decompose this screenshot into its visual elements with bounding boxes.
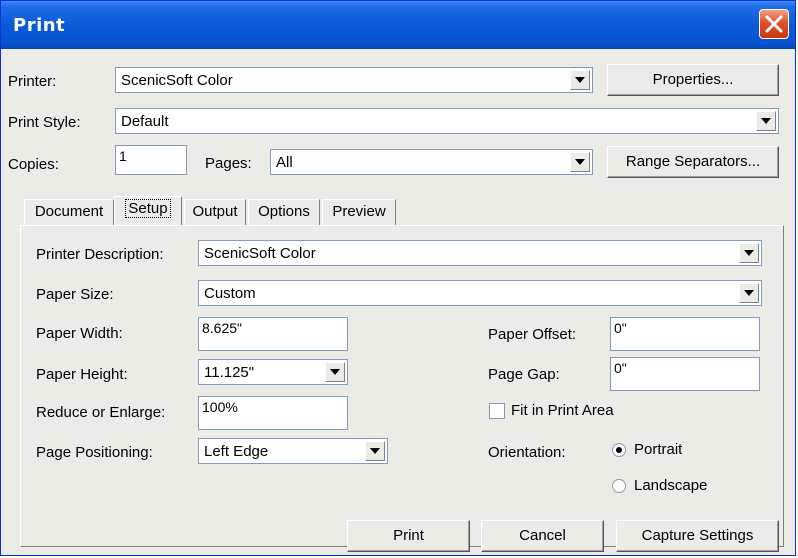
printer-description-dropdown-button[interactable]	[739, 243, 759, 263]
paper-size-dropdown-button[interactable]	[739, 283, 759, 303]
paper-size-label: Paper Size:	[36, 286, 114, 303]
print-style-value: Default	[121, 113, 169, 130]
portrait-label[interactable]: Portrait	[634, 441, 682, 458]
printer-description-label: Printer Description:	[36, 246, 164, 263]
tab-setup[interactable]: Setup	[114, 196, 182, 225]
page-positioning-label: Page Positioning:	[36, 444, 153, 461]
pages-select[interactable]: All	[270, 149, 593, 175]
landscape-radio[interactable]	[612, 479, 626, 493]
copies-value: 1	[119, 148, 127, 164]
print-dialog: Print Printer: ScenicSoft Color Properti…	[0, 0, 796, 556]
paper-size-value: Custom	[204, 285, 256, 302]
chevron-down-icon	[575, 159, 585, 165]
printer-value: ScenicSoft Color	[121, 72, 233, 89]
pages-value: All	[276, 154, 293, 171]
chevron-down-icon	[575, 77, 585, 83]
chevron-down-icon	[744, 290, 754, 296]
page-gap-value: 0"	[614, 360, 627, 376]
printer-dropdown-button[interactable]	[570, 70, 590, 90]
chevron-down-icon	[370, 448, 380, 454]
tab-setup-label: Setup	[125, 199, 171, 218]
orientation-label: Orientation:	[488, 444, 566, 461]
page-gap-input[interactable]: 0"	[610, 357, 760, 391]
page-positioning-select[interactable]: Left Edge	[198, 438, 388, 464]
paper-offset-value: 0"	[614, 320, 627, 336]
copies-label: Copies:	[8, 156, 59, 173]
paper-offset-input[interactable]: 0"	[610, 317, 760, 351]
pages-dropdown-button[interactable]	[570, 152, 590, 172]
page-positioning-value: Left Edge	[204, 443, 269, 460]
print-style-dropdown-button[interactable]	[756, 111, 776, 131]
close-icon	[765, 15, 783, 33]
paper-height-dropdown-button[interactable]	[325, 362, 345, 382]
page-gap-label: Page Gap:	[488, 366, 560, 383]
printer-description-select[interactable]: ScenicSoft Color	[198, 240, 762, 266]
paper-height-value: 11.125"	[204, 364, 255, 381]
capture-settings-button[interactable]: Capture Settings	[616, 520, 779, 552]
reduce-enlarge-input[interactable]: 100%	[198, 396, 348, 430]
tab-document[interactable]: Document	[24, 199, 114, 225]
landscape-label[interactable]: Landscape	[634, 477, 707, 494]
copies-input[interactable]: 1	[115, 145, 187, 175]
reduce-enlarge-label: Reduce or Enlarge:	[36, 404, 166, 421]
radio-selected-dot	[616, 447, 622, 453]
paper-width-value: 8.625"	[202, 320, 243, 336]
paper-size-select[interactable]: Custom	[198, 280, 762, 306]
page-positioning-dropdown-button[interactable]	[365, 441, 385, 461]
tab-output[interactable]: Output	[184, 199, 246, 225]
chevron-down-icon	[761, 118, 771, 124]
reduce-enlarge-value: 100%	[202, 399, 238, 415]
pages-label: Pages:	[205, 155, 252, 172]
window-title: Print	[13, 15, 66, 36]
paper-height-select[interactable]: 11.125"	[198, 359, 348, 385]
print-style-select[interactable]: Default	[115, 108, 779, 134]
dialog-body: Printer: ScenicSoft Color Properties... …	[4, 49, 792, 552]
close-button[interactable]	[759, 9, 789, 39]
printer-description-value: ScenicSoft Color	[204, 245, 316, 262]
paper-width-input[interactable]: 8.625"	[198, 317, 348, 351]
printer-label: Printer:	[8, 73, 57, 90]
tab-options[interactable]: Options	[248, 199, 320, 225]
range-separators-button[interactable]: Range Separators...	[607, 146, 779, 178]
portrait-radio[interactable]	[612, 443, 626, 457]
print-button[interactable]: Print	[347, 520, 470, 552]
chevron-down-icon	[744, 250, 754, 256]
paper-width-label: Paper Width:	[36, 325, 123, 342]
chevron-down-icon	[330, 369, 340, 375]
paper-height-label: Paper Height:	[36, 366, 128, 383]
print-style-label: Print Style:	[8, 114, 81, 131]
paper-offset-label: Paper Offset:	[488, 326, 577, 343]
printer-select[interactable]: ScenicSoft Color	[115, 67, 593, 93]
title-bar[interactable]: Print	[1, 1, 795, 49]
properties-button[interactable]: Properties...	[607, 64, 779, 96]
cancel-button[interactable]: Cancel	[481, 520, 604, 552]
fit-in-print-area-checkbox[interactable]	[489, 403, 505, 419]
fit-in-print-area-label[interactable]: Fit in Print Area	[511, 402, 614, 419]
tab-preview[interactable]: Preview	[322, 199, 396, 225]
